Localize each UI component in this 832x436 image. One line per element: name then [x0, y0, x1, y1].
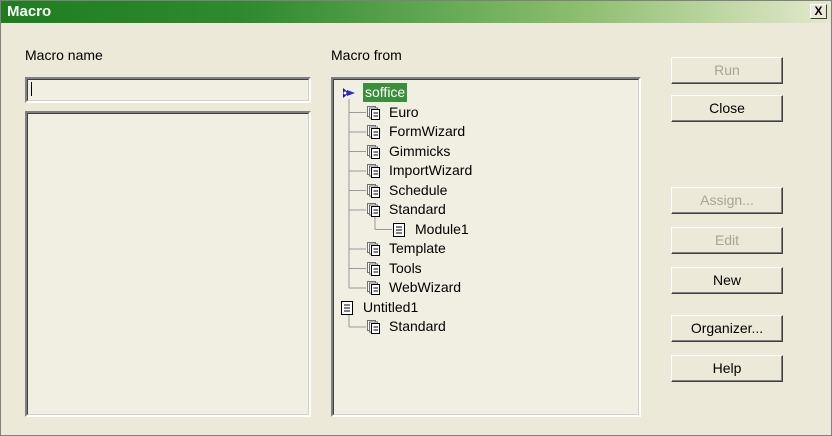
assign-button[interactable]: Assign...: [671, 187, 783, 214]
library-icon: [367, 183, 381, 198]
library-icon: [367, 281, 381, 295]
help-button[interactable]: Help: [671, 355, 783, 382]
library-icon: [367, 320, 381, 334]
edit-button[interactable]: Edit: [671, 227, 783, 254]
tree-container: soffice Euro FormWizard Gimmicks ImportWizar…: [333, 79, 639, 415]
library-icon: [367, 242, 381, 256]
window-title: Macro: [7, 3, 52, 20]
tree-item-label: Template: [389, 240, 446, 256]
close-icon: X: [814, 4, 823, 18]
library-icon: [367, 261, 381, 276]
tree-item-label: Module1: [415, 220, 469, 237]
library-icon: [367, 125, 381, 139]
tree-item-label: soffice: [363, 83, 408, 102]
tree-item-label: Standard: [389, 318, 446, 334]
library-icon: [367, 164, 381, 178]
tree-item-label: Tools: [389, 259, 422, 276]
macro-dialog: Macro X Macro name Macro from soffice Eur…: [0, 0, 832, 436]
library-icon: [367, 203, 381, 217]
macro-from-label: Macro from: [331, 47, 402, 63]
application-icon: [341, 86, 355, 99]
close-button[interactable]: Close: [671, 95, 783, 122]
close-window-button[interactable]: X: [810, 4, 827, 19]
library-icon: [367, 144, 381, 159]
tree-item-label: Untitled1: [363, 298, 419, 315]
tree-item-label: ImportWizard: [389, 162, 473, 178]
tree-item-label: Euro: [389, 103, 419, 120]
run-button[interactable]: Run: [671, 57, 783, 84]
macro-name-label: Macro name: [25, 47, 103, 63]
text-caret: [31, 82, 32, 96]
tree-item-label: WebWizard: [389, 279, 462, 295]
macro-name-input[interactable]: [25, 77, 311, 103]
macro-list[interactable]: [25, 111, 311, 417]
document-icon: [341, 300, 355, 315]
tree-item-label: Schedule: [389, 181, 448, 198]
tree-item-label: Gimmicks: [389, 142, 451, 159]
tree-item-label: Standard: [389, 201, 446, 217]
title-bar[interactable]: Macro X: [1, 1, 831, 23]
organizer-button[interactable]: Organizer...: [671, 315, 783, 342]
module-icon: [393, 222, 407, 237]
new-button[interactable]: New: [671, 267, 783, 294]
library-icon: [367, 105, 381, 120]
tree-item-label: FormWizard: [389, 123, 466, 139]
macro-library-tree[interactable]: soffice Euro FormWizard Gimmicks ImportWizar…: [331, 77, 641, 417]
